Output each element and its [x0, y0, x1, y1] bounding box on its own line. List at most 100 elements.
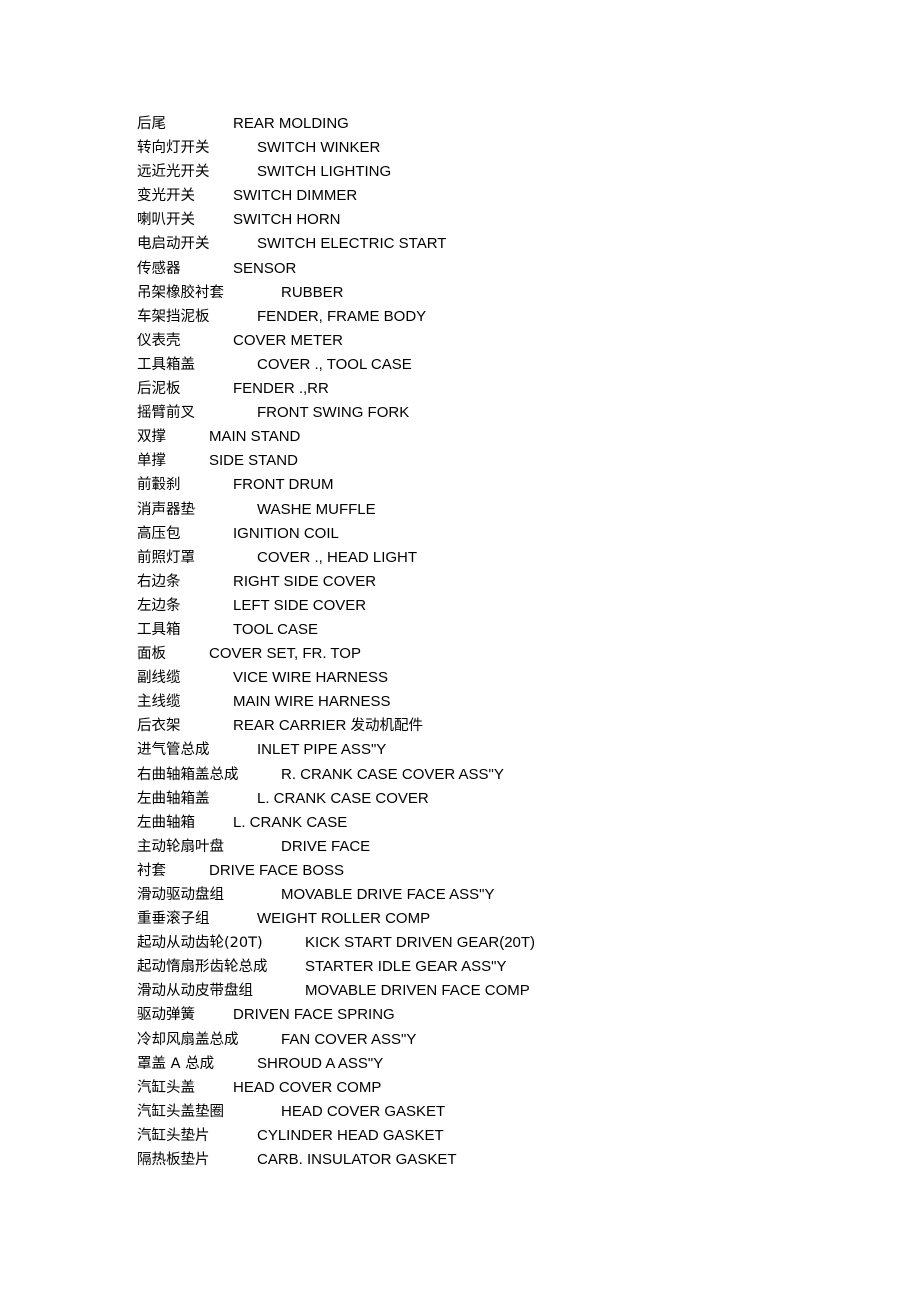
- term-english: SENSOR: [233, 259, 297, 277]
- term-english: SWITCH DIMMER: [233, 187, 358, 205]
- term-english: KICK START DRIVEN GEAR(20T): [305, 934, 536, 952]
- glossary-row: 起动惰扇形齿轮总成 STARTER IDLE GEAR ASS"Y: [137, 955, 877, 979]
- term-chinese: 左曲轴箱盖: [137, 790, 210, 807]
- term-chinese: 隔热板垫片: [137, 1152, 210, 1169]
- glossary-row: 工具箱盖 COVER ., TOOL CASE: [137, 353, 877, 377]
- term-english: CYLINDER HEAD GASKET: [257, 1126, 444, 1144]
- term-english: WASHE MUFFLE: [257, 500, 376, 518]
- glossary-row: 左曲轴箱 L. CRANK CASE: [137, 811, 877, 835]
- term-chinese: 左边条: [137, 597, 181, 614]
- term-chinese: 单撑: [137, 453, 166, 470]
- term-chinese: 汽缸头盖垫圈: [137, 1103, 224, 1120]
- term-chinese: 滑动驱动盘组: [137, 887, 224, 903]
- term-chinese: 右边条: [137, 573, 181, 590]
- glossary-row: 副线缆 VICE WIRE HARNESS: [137, 666, 877, 690]
- glossary-row: 车架挡泥板 FENDER, FRAME BODY: [137, 305, 877, 329]
- term-chinese: 工具箱盖: [137, 356, 195, 373]
- glossary-row: 远近光开关 SWITCH LIGHTING: [137, 160, 877, 184]
- term-english: MOVABLE DRIVE FACE ASS"Y: [281, 886, 495, 903]
- term-chinese: 前照灯罩: [137, 549, 195, 566]
- term-chinese: 喇叭开关: [137, 212, 195, 229]
- glossary-row: 转向灯开关 SWITCH WINKER: [137, 136, 877, 160]
- glossary-row: 汽缸头垫片 CYLINDER HEAD GASKET: [137, 1124, 877, 1148]
- glossary-row: 后泥板 FENDER .,RR: [137, 377, 877, 401]
- term-english: HEAD COVER GASKET: [281, 1102, 446, 1120]
- term-chinese: 前轂刹: [137, 477, 181, 494]
- glossary-row: 前照灯罩 COVER ., HEAD LIGHT: [137, 546, 877, 570]
- glossary-row: 右边条 RIGHT SIDE COVER: [137, 570, 877, 594]
- term-chinese: 主线缆: [137, 694, 181, 711]
- term-english: MOVABLE DRIVEN FACE COMP: [305, 982, 530, 1000]
- term-chinese: 冷却风扇盖总成: [137, 1031, 239, 1048]
- glossary-row: 高压包 IGNITION COIL: [137, 522, 877, 546]
- glossary-row: 面板 COVER SET, FR. TOP: [137, 642, 877, 666]
- term-english: STARTER IDLE GEAR ASS"Y: [305, 958, 507, 976]
- term-english: R. CRANK CASE COVER ASS"Y: [281, 765, 504, 783]
- term-english: COVER SET, FR. TOP: [209, 645, 361, 663]
- glossary-row: 喇叭开关 SWITCH HORN: [137, 208, 877, 232]
- document-page: 后尾 REAR MOLDING 转向灯开关 SWITCH WINKER 远近光开关 SWI…: [0, 0, 920, 1302]
- glossary-row: 吊架橡胶衬套 RUBBER: [137, 281, 877, 305]
- term-chinese: 转向灯开关: [137, 140, 210, 157]
- term-english: DRIVE FACE: [281, 837, 371, 855]
- glossary-row: 左边条 LEFT SIDE COVER: [137, 594, 877, 618]
- term-chinese: 传感器: [137, 260, 181, 277]
- glossary-row: 冷却风扇盖总成 FAN COVER ASS"Y: [137, 1028, 877, 1052]
- term-chinese: 罩盖 A 总成: [137, 1055, 215, 1072]
- glossary-row: 传感器 SENSOR: [137, 257, 877, 281]
- term-english: L. CRANK CASE: [233, 813, 348, 831]
- term-english-chinese-suffix: 发动机配件: [350, 718, 424, 735]
- term-chinese: 起动惰扇形齿轮总成: [137, 959, 268, 976]
- term-chinese: 进气管总成: [137, 742, 210, 759]
- term-english: DRIVE FACE BOSS: [209, 861, 345, 879]
- term-english: INLET PIPE ASS"Y: [257, 741, 387, 759]
- term-english: REAR CARRIER 发动机配件: [233, 717, 424, 735]
- glossary-row: 汽缸头盖垫圈 HEAD COVER GASKET: [137, 1100, 877, 1124]
- term-english: COVER ., HEAD LIGHT: [257, 548, 418, 566]
- term-chinese: 电启动开关: [137, 236, 210, 253]
- term-chinese: 高压包: [137, 525, 181, 542]
- term-chinese: 起动从动齿轮(20T): [137, 935, 263, 952]
- glossary-row: 双撑 MAIN STAND: [137, 425, 877, 449]
- term-english: COVER METER: [233, 331, 344, 349]
- glossary-row: 摇臂前叉 FRONT SWING FORK: [137, 401, 877, 425]
- term-chinese: 后衣架: [137, 718, 181, 735]
- term-chinese: 远近光开关: [137, 164, 210, 181]
- term-english: WEIGHT ROLLER COMP: [257, 910, 431, 928]
- term-chinese: 重垂滚子组: [137, 911, 210, 928]
- term-english: SWITCH ELECTRIC START: [257, 235, 447, 253]
- term-chinese: 面板: [137, 646, 166, 663]
- term-english: MAIN STAND: [209, 428, 301, 446]
- term-chinese: 仪表壳: [137, 332, 181, 349]
- glossary-row: 后衣架 REAR CARRIER 发动机配件: [137, 714, 877, 738]
- term-english: SWITCH LIGHTING: [257, 163, 392, 181]
- term-chinese: 滑动从动皮带盘组: [137, 983, 253, 1000]
- glossary-row: 罩盖 A 总成 SHROUD A ASS"Y: [137, 1052, 877, 1076]
- term-english: FAN COVER ASS"Y: [281, 1030, 417, 1048]
- term-english: MAIN WIRE HARNESS: [233, 693, 391, 711]
- glossary-row: 起动从动齿轮(20T) KICK START DRIVEN GEAR(20T): [137, 931, 877, 955]
- term-chinese: 衬套: [137, 862, 166, 879]
- glossary-list: 后尾 REAR MOLDING 转向灯开关 SWITCH WINKER 远近光开关 SWI…: [137, 112, 877, 1172]
- glossary-row: 单撑 SIDE STAND: [137, 449, 877, 473]
- glossary-row: 电启动开关 SWITCH ELECTRIC START: [137, 232, 877, 256]
- glossary-row: 消声器垫 WASHE MUFFLE: [137, 498, 877, 522]
- glossary-row: 后尾 REAR MOLDING: [137, 112, 877, 136]
- term-english: HEAD COVER COMP: [233, 1078, 382, 1096]
- term-english: RUBBER: [281, 283, 344, 301]
- glossary-row: 工具箱 TOOL CASE: [137, 618, 877, 642]
- term-chinese: 汽缸头垫片: [137, 1127, 210, 1144]
- glossary-row: 滑动从动皮带盘组 MOVABLE DRIVEN FACE COMP: [137, 979, 877, 1003]
- term-english: L. CRANK CASE COVER: [257, 789, 429, 807]
- glossary-row: 进气管总成 INLET PIPE ASS"Y: [137, 738, 877, 762]
- term-chinese: 工具箱: [137, 621, 181, 638]
- term-english: IGNITION COIL: [233, 524, 339, 542]
- glossary-row: 驱动弹簧 DRIVEN FACE SPRING: [137, 1003, 877, 1027]
- term-english: COVER ., TOOL CASE: [257, 355, 412, 373]
- term-english: FRONT SWING FORK: [257, 404, 410, 422]
- term-chinese: 变光开关: [137, 188, 195, 205]
- term-chinese: 摇臂前叉: [137, 405, 195, 422]
- term-english: SWITCH HORN: [233, 211, 341, 229]
- term-chinese: 车架挡泥板: [137, 308, 210, 325]
- term-english: SIDE STAND: [209, 452, 298, 470]
